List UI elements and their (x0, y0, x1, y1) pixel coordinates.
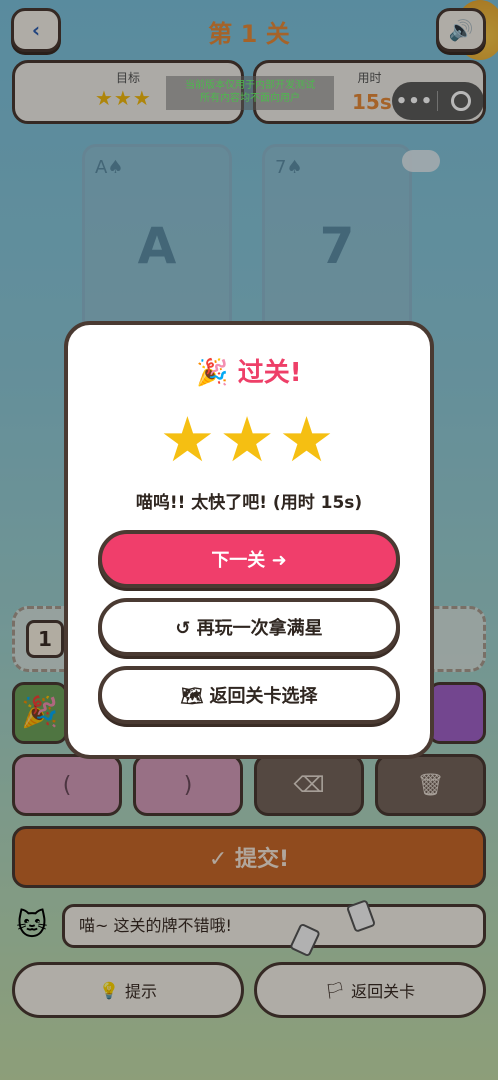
replay-button[interactable]: ↺ 再玩一次拿满星 (98, 598, 400, 656)
rating-stars: ★★★ (159, 403, 339, 476)
dialog-title: 🎉 过关! (196, 358, 302, 388)
dialog-message: 喵呜!! 太快了吧! (用时 15s) (135, 493, 363, 513)
level-select-button[interactable]: 🗺 返回关卡选择 (98, 666, 400, 724)
next-level-button[interactable]: 下一关 ➜ (98, 530, 400, 588)
